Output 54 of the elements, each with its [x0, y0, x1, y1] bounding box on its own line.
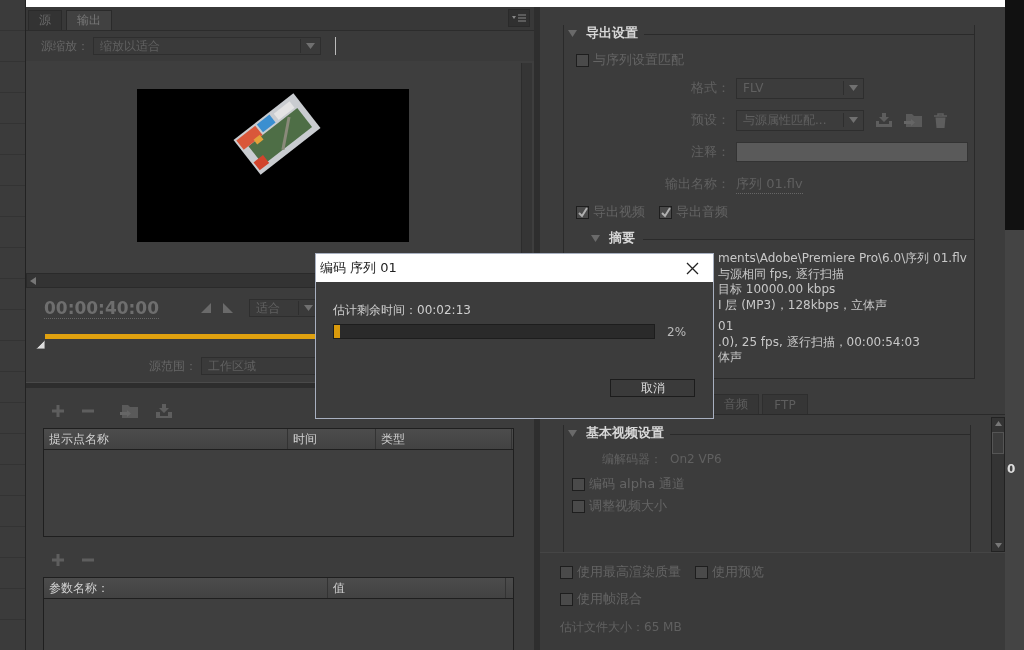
window-title: 编码 序列 01	[320, 259, 397, 277]
edge-text: 0	[1006, 462, 1017, 476]
disclosure-triangle-icon[interactable]	[591, 233, 600, 243]
down-arrow-icon	[994, 543, 1002, 548]
cancel-button[interactable]: 取消	[610, 379, 695, 397]
summary-line: 目标 10000.00 kbps	[718, 282, 837, 298]
import-icon[interactable]	[156, 404, 172, 418]
checkbox[interactable]	[576, 205, 589, 219]
save-icon[interactable]	[876, 113, 892, 127]
percent-text: 2%	[667, 324, 687, 339]
mark-in-icon[interactable]	[201, 303, 212, 313]
section-title: 基本视频设置	[586, 424, 664, 442]
checkbox[interactable]	[560, 592, 573, 606]
section-title: 摘要	[609, 229, 635, 247]
folder-icon[interactable]	[904, 113, 922, 127]
caret-icon	[304, 305, 314, 311]
caret-icon	[849, 85, 858, 91]
checkbox[interactable]	[572, 477, 585, 491]
column-header[interactable]: 参数名称：	[44, 578, 328, 598]
trash-icon[interactable]	[934, 112, 947, 128]
scrollbar[interactable]	[991, 417, 1005, 552]
folder-icon[interactable]	[120, 404, 138, 418]
column-header[interactable]: 提示点名称	[44, 429, 288, 449]
scrollbar-thumb[interactable]	[992, 432, 1004, 454]
caret-icon	[849, 117, 858, 123]
checkbox[interactable]	[695, 565, 708, 579]
checkbox[interactable]	[659, 205, 672, 219]
checkbox[interactable]	[576, 53, 589, 67]
panel-menu-button[interactable]	[508, 9, 530, 27]
checkbox[interactable]	[560, 565, 573, 579]
summary-line: 体声	[718, 350, 743, 366]
section-title: 导出设置	[586, 24, 638, 42]
disclosure-triangle-icon[interactable]	[568, 28, 577, 38]
plus-icon[interactable]	[52, 554, 64, 566]
menu-icon	[512, 14, 526, 22]
mark-out-icon[interactable]	[223, 303, 234, 313]
comment-field[interactable]	[736, 142, 968, 162]
column-header[interactable]: 时间	[288, 429, 376, 449]
work-area-marker-icon	[36, 340, 45, 349]
column-header[interactable]: 类型	[376, 429, 512, 449]
caret-icon	[306, 43, 315, 49]
column-header[interactable]: 值	[328, 578, 506, 598]
left-arrow-icon	[30, 276, 36, 285]
checkbox[interactable]	[572, 499, 585, 513]
summary-line: I 层 (MP3)，128kbps，立体声	[718, 297, 889, 313]
summary-line: .0), 25 fps, 逐行扫描，00:00:54:03	[718, 334, 921, 350]
status-text: 估计剩余时间：00:02:13	[333, 302, 472, 318]
close-icon	[685, 261, 699, 275]
plus-icon[interactable]	[52, 405, 64, 417]
summary-line: ments\Adobe\Premiere Pro\6.0\序列 01.flv	[718, 251, 968, 267]
summary-line: 01	[718, 319, 735, 335]
disclosure-triangle-icon[interactable]	[568, 428, 577, 438]
up-arrow-icon	[994, 421, 1002, 426]
summary-line: 与源相同 fps, 逐行扫描	[718, 266, 845, 282]
